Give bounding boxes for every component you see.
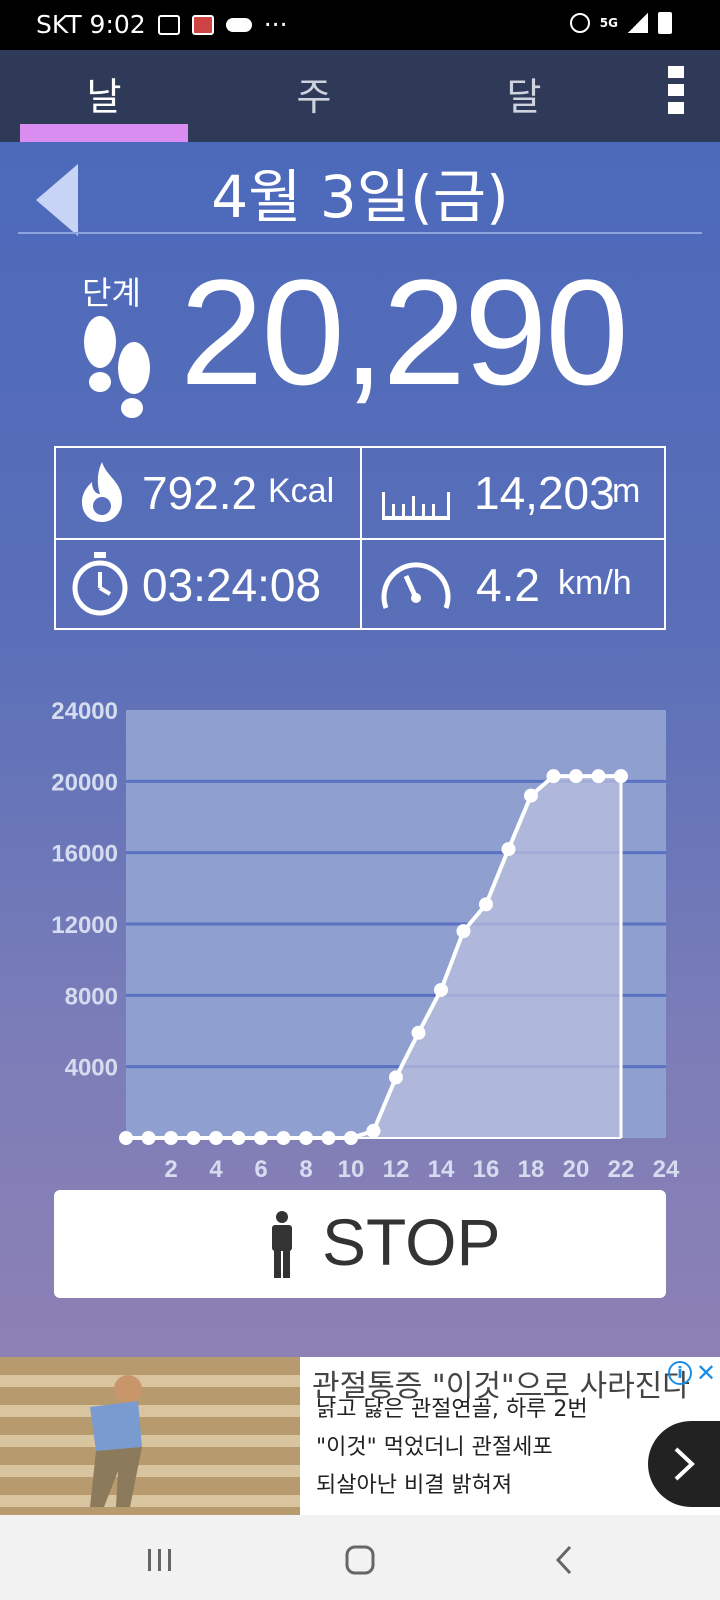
data-point xyxy=(141,1131,156,1145)
speed-unit: km/h xyxy=(558,564,632,602)
steps-count: 20,290 xyxy=(180,248,629,416)
tab-week[interactable]: 주 xyxy=(254,66,374,121)
data-point xyxy=(501,842,516,857)
data-point xyxy=(164,1131,178,1145)
data-point xyxy=(366,1123,381,1138)
data-point xyxy=(569,769,583,784)
calories-value: 792.2 xyxy=(142,467,258,519)
data-point xyxy=(209,1131,223,1145)
recents-icon[interactable] xyxy=(140,1539,180,1579)
y-tick-label: 20000 xyxy=(51,769,118,796)
x-tick-label: 24 xyxy=(653,1156,680,1183)
ad-banner[interactable]: 관절통증 "이것"으로 사라진다 낡고 닳은 관절연골, 하루 2번 "이것" … xyxy=(0,1357,720,1515)
y-tick-label: 24000 xyxy=(51,698,118,725)
data-point xyxy=(186,1131,201,1145)
data-point xyxy=(434,982,448,997)
back-icon[interactable] xyxy=(544,1539,584,1579)
x-tick-label: 6 xyxy=(254,1156,267,1183)
data-point xyxy=(276,1131,291,1145)
distance-value: 14,203 xyxy=(474,467,615,519)
carrier-time: SKT 9:02 xyxy=(36,10,146,39)
stop-button-label: STOP xyxy=(322,1205,501,1279)
ad-image[interactable] xyxy=(0,1357,300,1515)
ad-line: "이것" 먹었더니 관절세포 xyxy=(316,1435,553,1460)
ad-close-icon[interactable]: ✕ xyxy=(696,1359,716,1387)
distance-unit: m xyxy=(612,472,641,510)
duration-value: 03:24:08 xyxy=(142,559,322,611)
battery-icon xyxy=(658,12,672,34)
hourly-steps-chart: 40008000120001600020000240002 4 6 8 10 12 14 16… xyxy=(51,698,680,1183)
pedometer-screen: 날 주 달 4월 3일(금) 단계 20,290 792.2 Kcal 14,2… xyxy=(0,50,720,1357)
y-tick-label: 8000 xyxy=(65,983,118,1010)
calories-unit: Kcal xyxy=(268,472,335,510)
x-tick-label: 8 xyxy=(299,1156,312,1183)
person-icon xyxy=(272,1211,292,1278)
data-point xyxy=(614,769,628,784)
data-point xyxy=(344,1131,358,1145)
status-bar: SKT 9:02 ··· 5G xyxy=(0,0,720,50)
data-point xyxy=(389,1070,403,1085)
data-point xyxy=(254,1131,268,1145)
date-title: 4월 3일(금) xyxy=(211,163,509,231)
footprints-icon xyxy=(84,316,150,418)
overflow-menu-icon[interactable] xyxy=(668,66,684,118)
speedometer-icon xyxy=(381,562,451,609)
x-tick-label: 14 xyxy=(428,1156,455,1183)
steps-label: 단계 xyxy=(82,274,141,312)
divider xyxy=(18,232,702,234)
x-tick-label: 20 xyxy=(563,1156,590,1183)
tab-day[interactable]: 날 xyxy=(44,66,164,121)
x-tick-label: 18 xyxy=(518,1156,545,1183)
more-notifications: ··· xyxy=(263,10,288,39)
data-point xyxy=(299,1131,313,1145)
ad-body[interactable]: 낡고 닳은 관절연골, 하루 2번 "이것" 먹었더니 관절세포 되살아난 비결… xyxy=(316,1391,588,1505)
app-notification-icon xyxy=(191,14,214,35)
active-tab-indicator xyxy=(20,124,188,142)
data-point xyxy=(479,897,493,912)
cloud-icon xyxy=(225,17,252,32)
ad-person-image xyxy=(90,1375,142,1507)
data-point xyxy=(524,788,538,803)
x-tick-label: 16 xyxy=(473,1156,500,1183)
stopwatch-icon xyxy=(72,552,128,616)
tab-month[interactable]: 달 xyxy=(464,66,584,121)
y-tick-label: 12000 xyxy=(51,912,118,939)
calories-stat: 792.2 Kcal xyxy=(56,448,360,538)
data-point xyxy=(456,924,471,939)
x-tick-label: 12 xyxy=(383,1156,410,1183)
data-point xyxy=(546,769,561,784)
data-point xyxy=(411,1025,426,1040)
network-type: 5G xyxy=(599,16,618,30)
duration-stat: 03:24:08 xyxy=(56,540,360,630)
stats-grid: 792.2 Kcal 14,203 m 03:24:08 4.2 km/h xyxy=(54,446,666,630)
x-tick-label: 4 xyxy=(209,1156,223,1183)
y-tick-label: 4000 xyxy=(65,1055,118,1082)
ruler-icon xyxy=(382,492,450,520)
fire-icon xyxy=(82,462,122,522)
x-tick-label: 22 xyxy=(608,1156,635,1183)
alarm-icon xyxy=(569,13,590,33)
y-tick-label: 16000 xyxy=(51,841,118,868)
signal-icon xyxy=(628,13,648,33)
chevron-right-icon xyxy=(674,1447,695,1481)
data-point xyxy=(321,1131,336,1145)
ad-line: 되살아난 비결 밝혀져 xyxy=(316,1473,513,1498)
system-nav-bar xyxy=(0,1515,720,1600)
ad-info-icon[interactable]: i xyxy=(668,1361,692,1385)
speed-value: 4.2 xyxy=(476,559,540,611)
data-point xyxy=(591,769,606,784)
x-tick-label: 2 xyxy=(164,1156,177,1183)
data-point xyxy=(119,1131,133,1145)
stop-button[interactable]: STOP xyxy=(54,1190,666,1298)
ad-line: 낡고 닳은 관절연골, 하루 2번 xyxy=(316,1397,588,1422)
home-icon[interactable] xyxy=(340,1539,380,1579)
distance-stat: 14,203 m xyxy=(362,448,664,538)
speed-stat: 4.2 km/h xyxy=(362,540,664,630)
data-point xyxy=(231,1131,246,1145)
ad-go-button[interactable] xyxy=(648,1421,720,1507)
x-tick-label: 10 xyxy=(338,1156,365,1183)
gallery-icon xyxy=(157,14,180,35)
period-tab-bar: 날 주 달 xyxy=(0,50,720,142)
